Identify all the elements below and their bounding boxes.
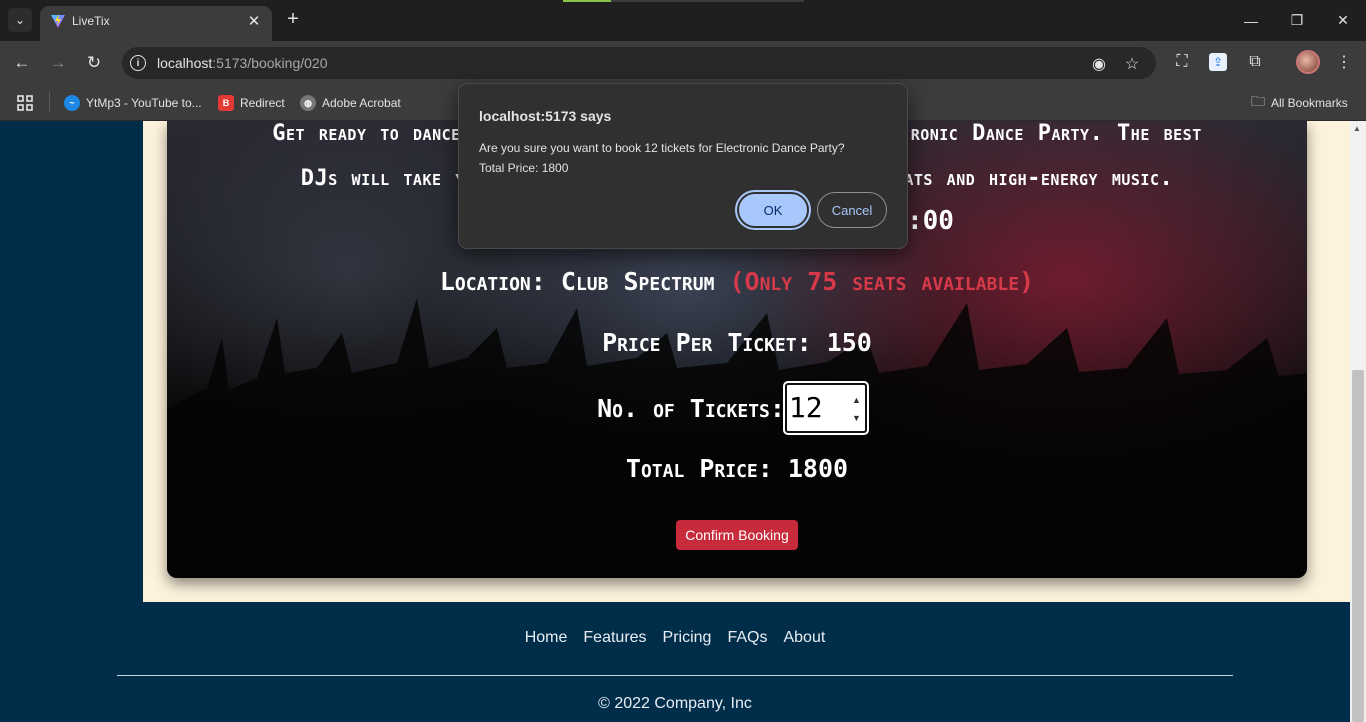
globe-icon: ◍: [300, 95, 316, 111]
confirm-booking-button[interactable]: Confirm Booking: [676, 520, 798, 550]
loading-bar: [563, 0, 804, 2]
extension-icon[interactable]: ⇪: [1209, 53, 1227, 71]
new-tab-icon[interactable]: +: [282, 8, 304, 30]
bookmark-label: Adobe Acrobat: [322, 96, 401, 110]
tab-close-icon[interactable]: ✕: [244, 11, 264, 31]
dialog-message-line2: Total Price: 1800: [479, 161, 569, 175]
ticket-quantity-value: 12: [788, 391, 823, 424]
footer-link-pricing[interactable]: Pricing: [663, 629, 712, 647]
footer-link-home[interactable]: Home: [525, 629, 568, 647]
confirm-dialog: localhost:5173 says Are you sure you wan…: [458, 83, 908, 249]
close-window-icon[interactable]: ✕: [1320, 0, 1366, 41]
copyright: © 2022 Company, Inc: [598, 695, 752, 712]
total-price: Total Price: 1800: [625, 454, 849, 483]
footer-divider: [117, 675, 1233, 676]
all-bookmarks[interactable]: 🗀 All Bookmarks: [1251, 93, 1348, 113]
scroll-up-icon[interactable]: ▲: [1353, 124, 1361, 133]
address-bar[interactable]: i localhost:5173/booking/020 ◉ ☆: [122, 47, 1156, 79]
ticket-quantity-input[interactable]: 12 ▲ ▼: [782, 381, 869, 435]
url-text[interactable]: localhost:5173/booking/020: [157, 55, 327, 71]
dialog-title: localhost:5173 says: [479, 108, 612, 124]
tab-strip: ⌄ LiveTix ✕ + — ❐ ✕: [0, 0, 1366, 41]
bookmark-label: YtMp3 - YouTube to...: [86, 96, 202, 110]
footer-nav: Home Features Pricing FAQs About: [0, 629, 1350, 647]
page-scrollbar[interactable]: ▲: [1350, 121, 1366, 722]
dialog-cancel-button[interactable]: Cancel: [817, 192, 887, 228]
bookmark-star-icon[interactable]: ☆: [1122, 54, 1142, 74]
seats-available: (Only 75 seats available): [729, 267, 1035, 296]
tickets-label: No. of Tickets:: [597, 393, 785, 423]
extensions-puzzle-icon[interactable]: ⧉: [1244, 51, 1266, 73]
restore-icon[interactable]: ❐: [1274, 0, 1320, 41]
b-icon: B: [218, 95, 234, 111]
dialog-message-line1: Are you sure you want to book 12 tickets…: [479, 141, 845, 155]
vite-favicon-icon: [51, 14, 65, 28]
folder-icon: 🗀: [1251, 93, 1265, 109]
bookmarks-divider: [49, 92, 50, 112]
profile-avatar[interactable]: [1296, 50, 1320, 74]
tab-livetix[interactable]: LiveTix ✕: [40, 6, 272, 41]
minimize-icon[interactable]: —: [1228, 0, 1274, 41]
footer-link-faqs[interactable]: FAQs: [727, 629, 767, 647]
forward-icon[interactable]: →: [46, 51, 70, 75]
tickets-row: No. of Tickets: 12 ▲ ▼: [167, 381, 1307, 435]
bookmark-adobe-acrobat[interactable]: ◍ Adobe Acrobat: [300, 93, 401, 113]
menu-kebab-icon[interactable]: ⋮: [1333, 51, 1355, 73]
eye-icon[interactable]: ◉: [1089, 54, 1109, 74]
apps-grid-icon[interactable]: [16, 93, 34, 113]
price-per-ticket: Price Per Ticket: 150: [602, 328, 872, 357]
bookmark-ytmp3[interactable]: ~ YtMp3 - YouTube to...: [64, 93, 202, 113]
event-location: Location: Club Spectrum (Only 75 seats a…: [439, 267, 1035, 296]
back-icon[interactable]: ←: [10, 51, 34, 75]
bookmark-label: Redirect: [240, 96, 285, 110]
footer-link-about[interactable]: About: [783, 629, 825, 647]
reload-icon[interactable]: ↻: [82, 51, 106, 75]
scrollbar-thumb[interactable]: [1352, 370, 1364, 722]
tab-title: LiveTix: [72, 14, 110, 28]
fullscreen-icon[interactable]: ⛶: [1171, 51, 1193, 73]
footer-link-features[interactable]: Features: [583, 629, 646, 647]
site-info-icon[interactable]: i: [130, 55, 146, 71]
bookmark-redirect[interactable]: B Redirect: [218, 93, 285, 113]
dialog-message: Are you sure you want to book 12 tickets…: [479, 138, 899, 178]
dialog-ok-button[interactable]: OK: [735, 190, 811, 230]
browser-toolbar: ← → ↻ i localhost:5173/booking/020 ◉ ☆: [0, 41, 1366, 85]
ytmp3-icon: ~: [64, 95, 80, 111]
all-bookmarks-label: All Bookmarks: [1271, 96, 1348, 110]
event-time-fragment: :00: [907, 206, 954, 236]
spinner-arrows-icon[interactable]: ▲ ▼: [852, 391, 861, 427]
tab-search-chevron-icon[interactable]: ⌄: [8, 8, 32, 32]
